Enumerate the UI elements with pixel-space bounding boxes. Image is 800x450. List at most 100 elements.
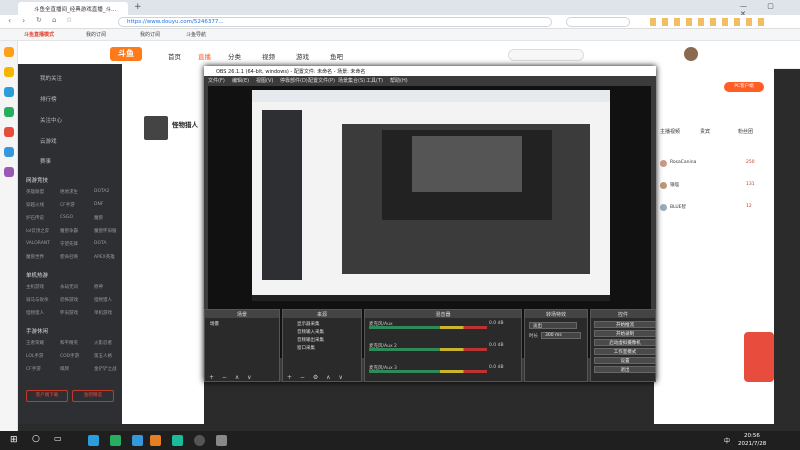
nav-yuba[interactable]: 鱼吧 [330, 51, 343, 61]
nav-home[interactable]: 首页 [168, 51, 181, 61]
menu-cloud-game[interactable]: 云游戏 [40, 137, 57, 145]
clock-time[interactable]: 20:56 [744, 433, 760, 439]
game-link[interactable]: 金铲铲之战 [94, 366, 117, 372]
mixer-channel[interactable]: 麦克风/Aux 3 0.0 dB [369, 365, 519, 373]
settings-button[interactable]: 设置 [594, 357, 656, 364]
app-icon[interactable] [4, 107, 14, 117]
home-icon[interactable]: ⌂ [52, 16, 56, 24]
source-toolbar[interactable]: + − ⚙ ∧ ∨ [287, 374, 346, 381]
game-link[interactable]: APEX英雄 [94, 254, 115, 260]
browser-tab-active[interactable]: 斗鱼全直播间_经典游戏直播_斗... [18, 2, 128, 15]
game-link[interactable]: 英雄联盟 [26, 189, 44, 195]
scene-item[interactable]: 场景 [208, 321, 278, 328]
bookmark-item[interactable]: 我的订阅 [86, 31, 106, 38]
game-link[interactable]: CF手游 [60, 202, 75, 208]
yuba-button[interactable]: 鱼吧精选 [72, 390, 114, 402]
reload-icon[interactable]: ↻ [36, 16, 42, 24]
app-icon[interactable] [4, 127, 14, 137]
source-item[interactable]: 显示器采集 [297, 321, 320, 327]
game-link[interactable]: 恐怖游戏 [60, 297, 78, 303]
panel-tab[interactable]: 贵宾 [700, 128, 710, 135]
source-item[interactable]: 窗口采集 [297, 345, 315, 351]
game-link[interactable]: 绝地求生 [60, 189, 78, 195]
game-link[interactable]: 怪物猎人 [94, 297, 112, 303]
game-link[interactable]: 守望先锋 [60, 241, 78, 247]
menu-edit[interactable]: 编辑(E) [232, 77, 249, 84]
app-icon[interactable] [4, 67, 14, 77]
anchor-avatar[interactable] [144, 116, 168, 140]
game-link[interactable]: 和平精英 [60, 340, 78, 346]
game-link[interactable]: DNF [94, 202, 103, 207]
game-link[interactable]: CSGO [60, 215, 73, 220]
app-icon[interactable] [4, 47, 14, 57]
menu-docks[interactable]: 停靠部件(D) [280, 77, 308, 84]
forward-icon[interactable]: › [22, 16, 25, 25]
game-link[interactable]: CF手游 [26, 366, 41, 372]
panel-tab[interactable]: 主播视频 [660, 128, 680, 135]
gift-banner[interactable] [744, 332, 774, 382]
game-link[interactable]: DOTA2 [94, 189, 109, 194]
nav-game[interactable]: 游戏 [296, 51, 309, 61]
game-link[interactable]: 炉石传说 [26, 215, 44, 221]
extension-icons[interactable] [650, 18, 770, 26]
task-view-icon[interactable]: ▭ [54, 434, 62, 443]
app-icon[interactable] [216, 435, 227, 446]
search-box[interactable] [566, 17, 630, 27]
menu-follow[interactable]: 我的关注 [40, 74, 62, 82]
virtual-camera-button[interactable]: 启动虚拟摄像机 [594, 339, 656, 346]
search-input[interactable] [508, 49, 584, 61]
menu-view[interactable]: 视图(V) [256, 77, 273, 84]
source-item[interactable]: 音频输入采集 [297, 329, 324, 335]
app-icon[interactable] [88, 435, 99, 446]
game-link[interactable]: 魔兽 [94, 215, 103, 221]
source-item[interactable]: 音频输出采集 [297, 337, 324, 343]
menu-profile[interactable]: 配置文件(P) [308, 77, 335, 84]
user-avatar[interactable] [684, 47, 698, 61]
game-link[interactable]: 永劫无间 [60, 284, 78, 290]
game-link[interactable]: lol云顶之弈 [26, 228, 49, 234]
menu-esports[interactable]: 赛事 [40, 157, 51, 165]
studio-mode-button[interactable]: 工作室模式 [594, 348, 656, 355]
mixer-channel[interactable]: 麦克风/Aux 2 0.0 dB [369, 343, 519, 351]
app-icon[interactable] [132, 435, 143, 446]
new-tab-button[interactable]: + [134, 2, 142, 12]
menu-file[interactable]: 文件(F) [208, 77, 225, 84]
game-link[interactable]: 怪物猎人 [26, 310, 44, 316]
menu-tools[interactable]: 工具(T) [366, 77, 383, 84]
mixer-channel[interactable]: 麦克风/Aux 0.0 dB [369, 321, 519, 329]
bookmark-item[interactable]: 斗鱼直播模式 [24, 31, 54, 38]
nav-category[interactable]: 分类 [228, 51, 241, 61]
game-link[interactable]: 单机游戏 [94, 310, 112, 316]
game-link[interactable]: 穿越火线 [26, 202, 44, 208]
game-link[interactable]: 骑马与砍杀 [26, 297, 49, 303]
bookmark-item[interactable]: 我的订阅 [140, 31, 160, 38]
menu-center[interactable]: 关注中心 [40, 116, 62, 124]
star-icon[interactable]: ☆ [66, 16, 72, 24]
browser-icon[interactable] [172, 435, 183, 446]
game-link[interactable]: 火影忍者 [94, 340, 112, 346]
site-logo[interactable]: 斗鱼 [110, 47, 142, 61]
game-link[interactable]: 怀旧游戏 [60, 310, 78, 316]
download-client-button[interactable]: 客户端下载 [26, 390, 68, 402]
game-link[interactable]: DOTA [94, 241, 107, 246]
pc-client-button[interactable]: PC客户端 [724, 82, 764, 92]
game-link[interactable]: VALORANT [26, 241, 50, 246]
duration-input[interactable]: 300 ms [541, 332, 581, 339]
game-link[interactable]: 棋牌 [60, 366, 69, 372]
game-link[interactable]: 魔兽世界 [26, 254, 44, 260]
app-icon[interactable] [4, 87, 14, 97]
game-link[interactable]: 魔兽争霸 [60, 228, 78, 234]
game-link[interactable]: 魔兽怀旧服 [94, 228, 117, 234]
game-link[interactable]: 使命召唤 [60, 254, 78, 260]
transition-select[interactable]: 淡出 [529, 322, 577, 329]
start-icon[interactable]: ⊞ [10, 435, 18, 445]
game-link[interactable]: LOL手游 [26, 353, 43, 359]
game-link[interactable]: 主机游戏 [26, 284, 44, 290]
back-icon[interactable]: ‹ [8, 16, 11, 25]
game-link[interactable]: 第五人格 [94, 353, 112, 359]
panel-tab[interactable]: 粉丝团 [738, 128, 753, 135]
clock-date[interactable]: 2021/7/28 [738, 441, 766, 447]
search-icon[interactable]: ○ [32, 434, 40, 444]
app-icon[interactable] [110, 435, 121, 446]
bookmark-item[interactable]: 斗鱼导航 [186, 31, 206, 38]
